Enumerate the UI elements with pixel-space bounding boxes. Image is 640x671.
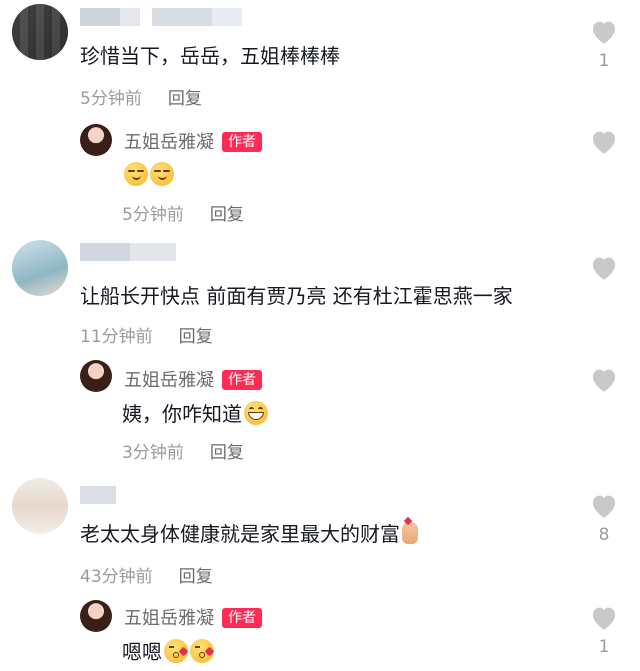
author-name-row: 五姐岳雅凝 作者 [124, 128, 262, 154]
finger-heart-icon [402, 522, 418, 544]
reply-meta: 5分钟前 回复 [122, 200, 244, 225]
like-count: 1 [598, 51, 610, 71]
author-avatar[interactable] [80, 600, 112, 632]
like-button[interactable]: 1 [588, 604, 620, 657]
author-name-row: 五姐岳雅凝 作者 [124, 604, 262, 630]
reply-text: 姨，你咋知道 [122, 398, 268, 427]
heart-icon[interactable] [589, 254, 619, 281]
heart-icon[interactable] [589, 604, 619, 631]
heart-icon[interactable] [589, 128, 619, 155]
smirk-emoji [124, 162, 148, 186]
reply-button[interactable]: 回复 [179, 327, 213, 347]
reply-button[interactable]: 回复 [210, 205, 244, 225]
author-badge: 作者 [222, 132, 262, 152]
kiss-emoji [164, 639, 188, 663]
commenter-name-blurred[interactable] [80, 8, 242, 26]
author-name-row: 五姐岳雅凝 作者 [124, 366, 262, 392]
reply-text [122, 162, 174, 187]
like-button[interactable]: 8 [588, 492, 620, 545]
like-button[interactable] [588, 128, 620, 159]
comment-text: 珍惜当下，岳岳，五姐棒棒棒 [80, 44, 340, 68]
reply-button[interactable]: 回复 [179, 567, 213, 587]
comment-time: 43分钟前 [80, 567, 153, 587]
author-name[interactable]: 五姐岳雅凝 [124, 370, 214, 391]
like-count: 8 [598, 525, 610, 545]
comment-meta: 43分钟前 回复 [80, 562, 213, 587]
commenter-avatar[interactable] [12, 478, 68, 534]
reply-button[interactable]: 回复 [168, 89, 202, 109]
reply-text: 嗯嗯 [122, 636, 214, 665]
heart-icon[interactable] [589, 492, 619, 519]
commenter-avatar[interactable] [12, 4, 68, 60]
author-badge: 作者 [222, 370, 262, 390]
author-avatar[interactable] [80, 360, 112, 392]
like-button[interactable] [588, 366, 620, 397]
smirk-emoji [150, 162, 174, 186]
comment-meta: 5分钟前 回复 [80, 84, 202, 109]
commenter-name-blurred[interactable] [80, 243, 176, 261]
comment-text: 让船长开快点 前面有贾乃亮 还有杜江霍思燕一家 [80, 284, 513, 308]
author-badge: 作者 [222, 608, 262, 628]
like-button[interactable]: 1 [588, 18, 620, 71]
comment-text: 老太太身体健康就是家里最大的财富 [80, 518, 418, 547]
reply-meta: 3分钟前 回复 [122, 438, 244, 463]
reply-button[interactable]: 回复 [210, 443, 244, 463]
comment-time: 5分钟前 [80, 89, 142, 109]
reply-time: 5分钟前 [122, 205, 184, 225]
commenter-name-blurred[interactable] [80, 486, 116, 504]
author-avatar[interactable] [80, 124, 112, 156]
author-name[interactable]: 五姐岳雅凝 [124, 132, 214, 153]
kiss-emoji [190, 639, 214, 663]
heart-icon[interactable] [589, 18, 619, 45]
like-count: 1 [598, 637, 610, 657]
author-name[interactable]: 五姐岳雅凝 [124, 608, 214, 629]
like-button[interactable] [588, 254, 620, 285]
reply-time: 3分钟前 [122, 443, 184, 463]
heart-icon[interactable] [589, 366, 619, 393]
comment-time: 11分钟前 [80, 327, 153, 347]
grin-emoji [244, 401, 268, 425]
commenter-avatar[interactable] [12, 240, 68, 296]
comment-meta: 11分钟前 回复 [80, 322, 213, 347]
